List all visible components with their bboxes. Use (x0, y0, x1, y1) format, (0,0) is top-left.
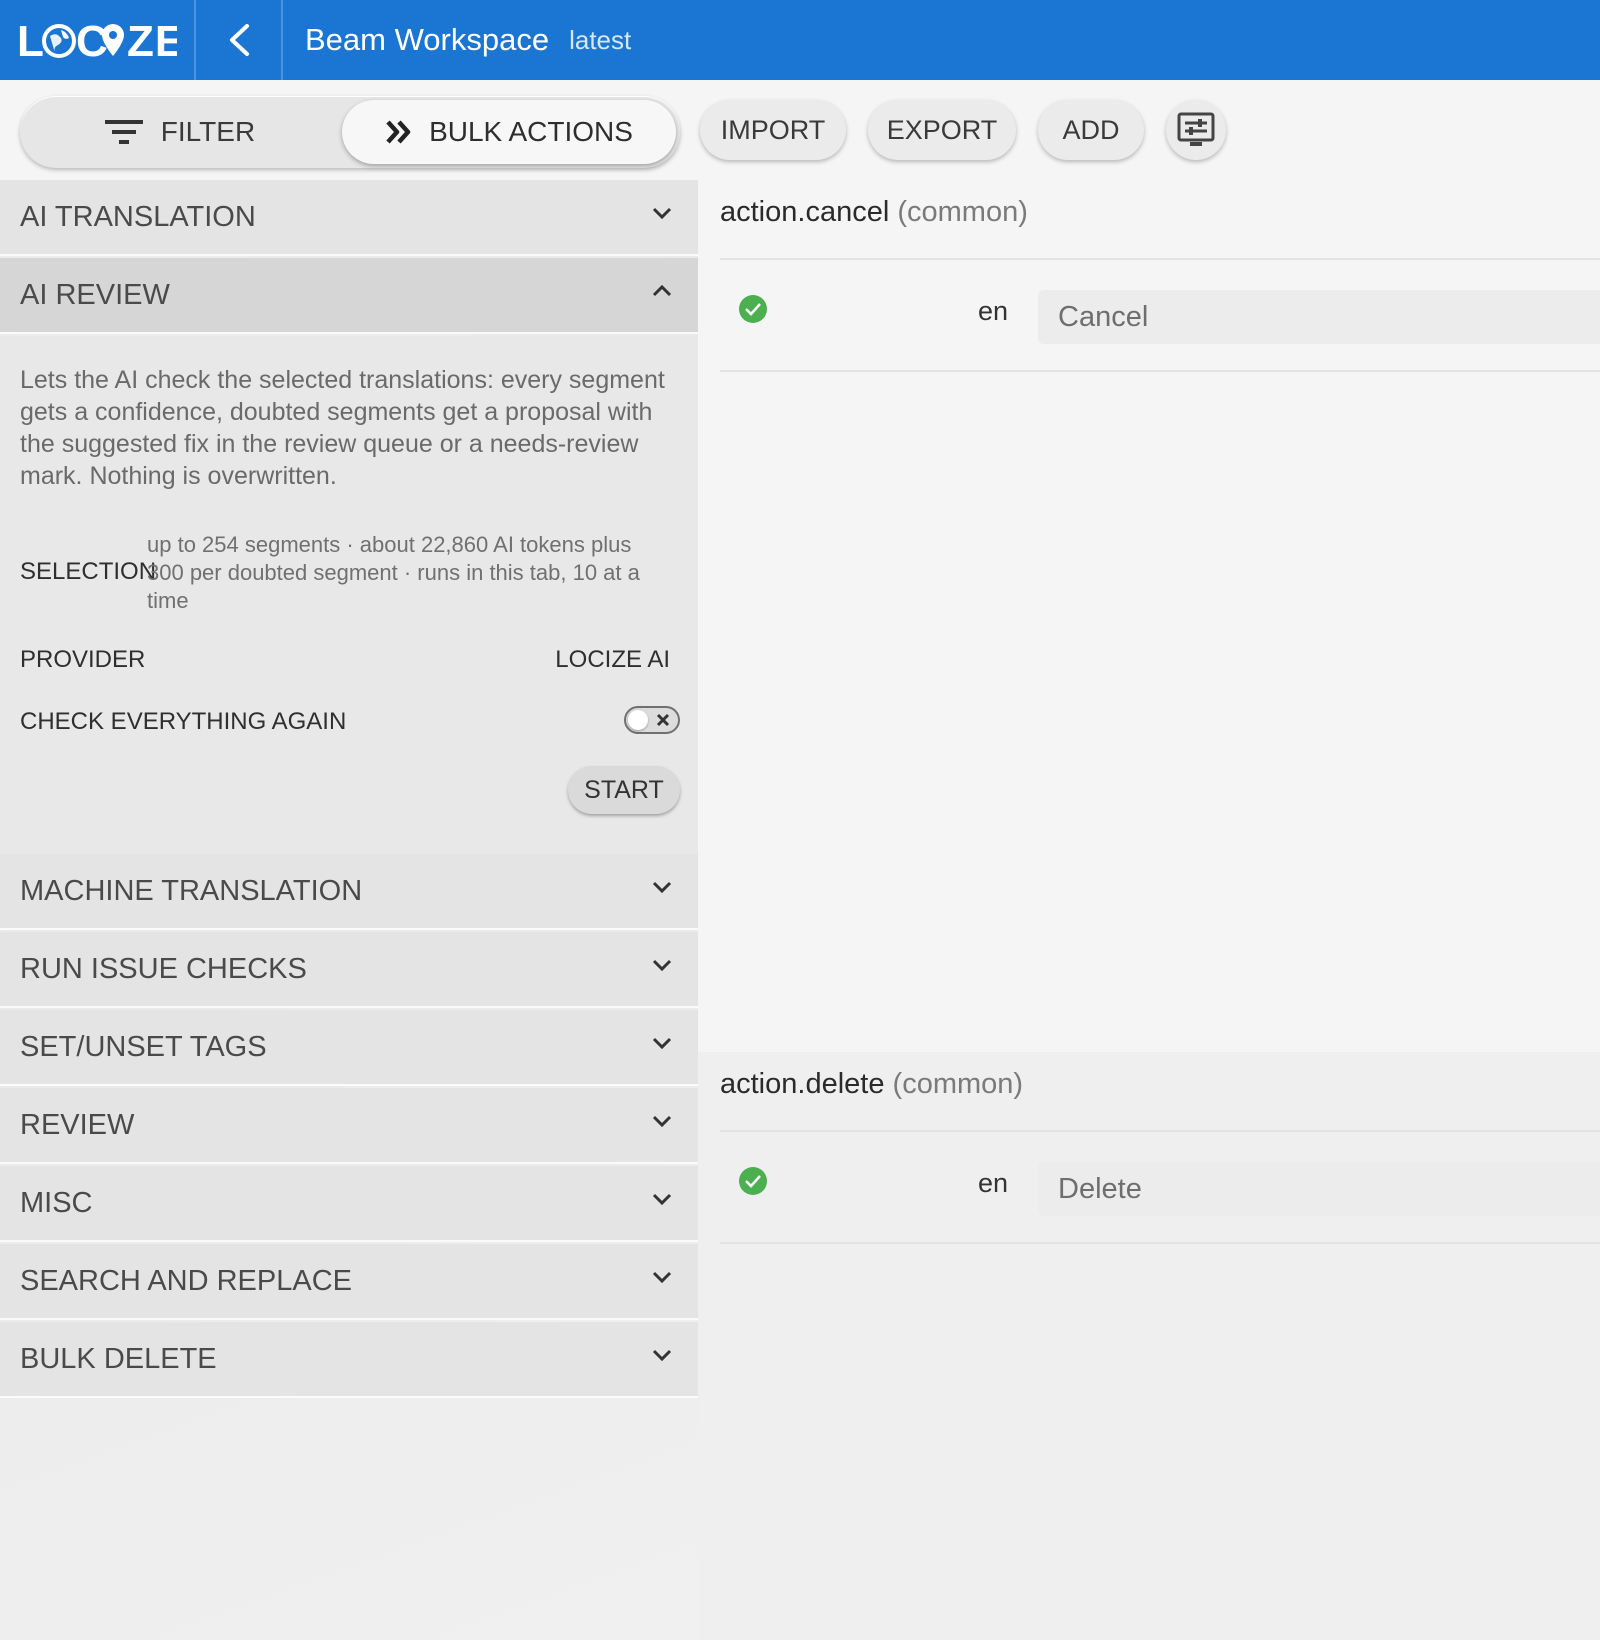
filter-tab[interactable]: FILTER (20, 96, 340, 168)
selection-summary: up to 254 segments · about 22,860 AI tok… (147, 532, 640, 613)
check-again-toggle[interactable] (624, 706, 680, 734)
translation-value[interactable]: Cancel (1038, 290, 1600, 344)
add-button[interactable]: ADD (1038, 100, 1144, 160)
import-button[interactable]: IMPORT (700, 100, 846, 160)
double-chevron-right-icon (386, 120, 411, 144)
start-button[interactable]: START (568, 766, 680, 814)
section-set-unset-tags[interactable]: SET/UNSET TAGS (0, 1010, 698, 1086)
chevron-up-icon (652, 284, 672, 297)
chevron-down-icon (652, 1349, 672, 1362)
section-label: MISC (20, 1186, 93, 1219)
translation-list: action.cancel (common) en Cancel action.… (698, 180, 1600, 1640)
language-code: en (978, 296, 1009, 326)
section-label: RUN ISSUE CHECKS (20, 952, 307, 985)
chevron-down-icon (652, 1037, 672, 1050)
project-title[interactable]: Beam Workspace (305, 22, 549, 58)
top-bar: L C ZE Beam Workspace latest (0, 0, 1600, 80)
key-name: action.delete (720, 1068, 885, 1100)
provider-value[interactable]: LOCIZE AI (555, 646, 670, 674)
check-again-label: CHECK EVERYTHING AGAIN (20, 708, 347, 735)
display-settings-icon (1177, 112, 1215, 146)
section-run-issue-checks[interactable]: RUN ISSUE CHECKS (0, 932, 698, 1008)
bulk-actions-label: BULK ACTIONS (429, 116, 633, 147)
section-label: AI REVIEW (20, 278, 170, 311)
key-namespace: (common) (897, 196, 1028, 228)
key-title[interactable]: action.cancel (common) (720, 196, 1028, 229)
logo-wordmark: L C ZE (17, 18, 177, 62)
chevron-left-icon (229, 24, 249, 56)
svg-text:L: L (17, 18, 45, 62)
chevron-down-icon (652, 1193, 672, 1206)
key-item: action.delete (common) en Delete (698, 1052, 1600, 1640)
back-button[interactable] (196, 0, 283, 80)
divider (720, 1242, 1600, 1244)
chevron-down-icon (652, 207, 672, 220)
section-label: REVIEW (20, 1108, 135, 1141)
check-circle-icon (739, 295, 767, 323)
mode-switch: FILTER BULK ACTIONS (20, 96, 680, 168)
version-label[interactable]: latest (569, 25, 631, 56)
section-bulk-delete[interactable]: BULK DELETE (0, 1322, 698, 1398)
section-label: AI TRANSLATION (20, 200, 256, 233)
divider (720, 370, 1600, 372)
divider (720, 258, 1600, 260)
section-machine-translation[interactable]: MACHINE TRANSLATION (0, 854, 698, 930)
section-label: SEARCH AND REPLACE (20, 1264, 352, 1297)
check-circle-icon (739, 1167, 767, 1195)
bulk-actions-panel: AI TRANSLATION AI REVIEW Lets the AI che… (0, 180, 698, 1640)
filter-icon (104, 120, 143, 144)
ai-review-description: Lets the AI check the selected translati… (20, 366, 665, 490)
key-title[interactable]: action.delete (common) (720, 1068, 1023, 1101)
chevron-down-icon (652, 959, 672, 972)
section-label: BULK DELETE (20, 1342, 217, 1375)
ai-review-body: Lets the AI check the selected translati… (0, 336, 698, 854)
section-search-and-replace[interactable]: SEARCH AND REPLACE (0, 1244, 698, 1320)
display-settings-button[interactable] (1166, 100, 1226, 160)
chevron-down-icon (652, 1271, 672, 1284)
close-icon (656, 713, 670, 727)
chevron-down-icon (652, 1115, 672, 1128)
section-ai-review[interactable]: AI REVIEW (0, 258, 698, 334)
chevron-down-icon (652, 881, 672, 894)
provider-label: PROVIDER (20, 646, 146, 673)
filter-label: FILTER (160, 116, 256, 147)
key-item: action.cancel (common) en Cancel (698, 180, 1600, 1052)
key-namespace: (common) (892, 1068, 1024, 1100)
export-button[interactable]: EXPORT (868, 100, 1016, 160)
section-ai-translation[interactable]: AI TRANSLATION (0, 180, 698, 256)
section-review[interactable]: REVIEW (0, 1088, 698, 1164)
key-name: action.cancel (720, 196, 890, 228)
translation-value[interactable]: Delete (1038, 1162, 1600, 1216)
bulk-actions-tab[interactable]: BULK ACTIONS (342, 100, 676, 164)
divider (720, 1130, 1600, 1132)
toggle-knob (628, 710, 648, 730)
section-misc[interactable]: MISC (0, 1166, 698, 1242)
selection-label: SELECTION (20, 558, 157, 585)
toolbar: FILTER BULK ACTIONS IMPORT EXPORT ADD (0, 80, 1600, 180)
svg-text:ZE: ZE (127, 18, 177, 62)
locize-logo[interactable]: L C ZE (0, 0, 196, 80)
section-label: MACHINE TRANSLATION (20, 874, 363, 907)
section-label: SET/UNSET TAGS (20, 1030, 267, 1063)
language-code: en (978, 1168, 1009, 1198)
